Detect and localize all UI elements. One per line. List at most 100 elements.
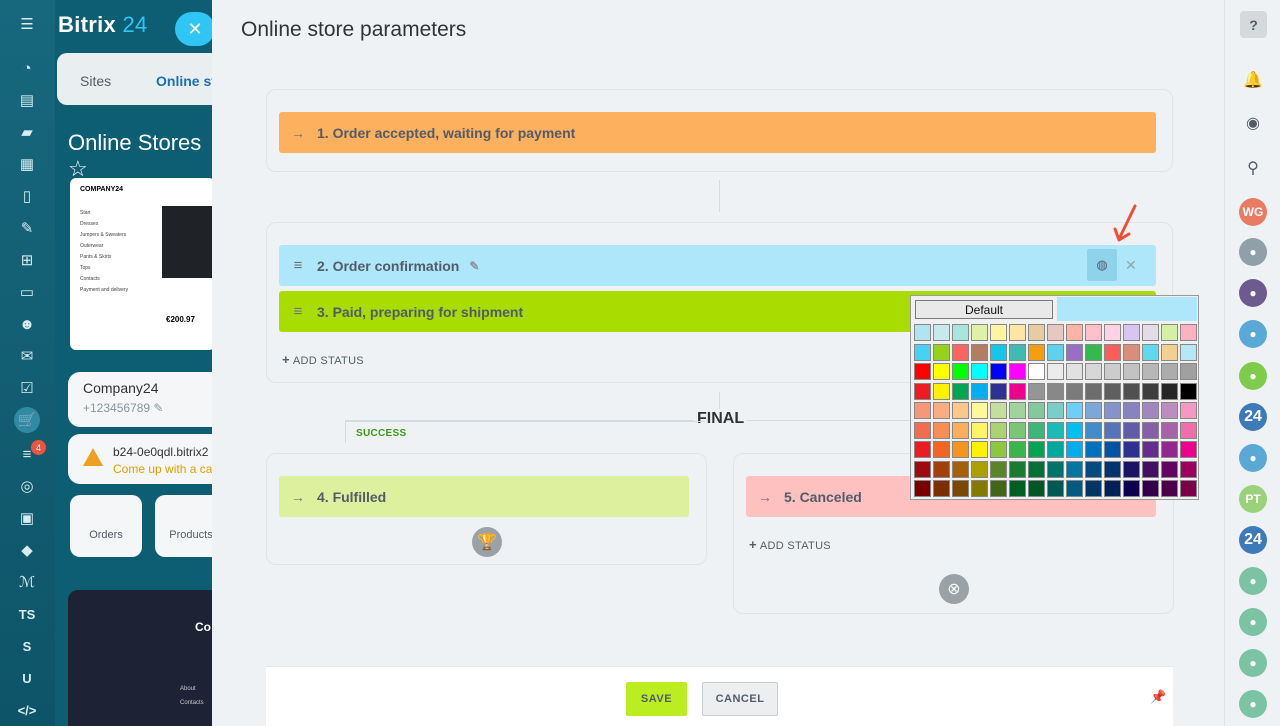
color-swatch[interactable] bbox=[914, 382, 931, 400]
color-swatch[interactable] bbox=[914, 402, 931, 419]
color-swatch[interactable] bbox=[933, 441, 950, 458]
color-swatch[interactable] bbox=[971, 363, 988, 380]
color-swatch[interactable] bbox=[990, 421, 1007, 439]
box-icon[interactable]: ◆ bbox=[14, 537, 40, 563]
save-button[interactable]: SAVE bbox=[626, 682, 687, 716]
color-swatch[interactable] bbox=[914, 480, 931, 497]
color-swatch[interactable] bbox=[1123, 382, 1140, 400]
pin-icon[interactable]: 📌 bbox=[1150, 689, 1166, 705]
color-swatch[interactable] bbox=[1028, 460, 1045, 478]
add-status-button[interactable]: + ADD STATUS bbox=[282, 352, 364, 367]
tab-sites[interactable]: Sites bbox=[80, 73, 111, 89]
color-swatch[interactable] bbox=[1009, 480, 1026, 497]
color-swatch[interactable] bbox=[1142, 460, 1159, 478]
color-swatch[interactable] bbox=[1066, 343, 1083, 361]
orders-button[interactable]: Orders bbox=[70, 495, 142, 557]
calendar-icon[interactable]: ▦ bbox=[14, 151, 40, 177]
menu-icon[interactable]: ☰ bbox=[14, 11, 40, 37]
color-swatch[interactable] bbox=[1066, 363, 1083, 380]
activity-icon[interactable]: ◔ bbox=[14, 55, 40, 81]
contact-avatar[interactable]: ● bbox=[1239, 279, 1267, 307]
color-swatch[interactable] bbox=[1104, 343, 1121, 361]
sidebar-item-u[interactable]: U bbox=[14, 665, 40, 691]
color-swatch[interactable] bbox=[1104, 460, 1121, 478]
color-swatch[interactable] bbox=[1104, 324, 1121, 341]
contact-avatar[interactable]: ● bbox=[1239, 444, 1267, 472]
messenger-icon[interactable]: ◉ bbox=[1239, 109, 1267, 137]
contact-avatar[interactable]: 24 bbox=[1239, 403, 1267, 431]
color-swatch[interactable] bbox=[952, 421, 969, 439]
color-swatch[interactable] bbox=[1009, 324, 1026, 341]
add-status-failure-button[interactable]: + ADD STATUS bbox=[749, 537, 831, 552]
color-swatch[interactable] bbox=[971, 343, 988, 361]
color-swatch[interactable] bbox=[1047, 460, 1064, 478]
color-swatch[interactable] bbox=[1142, 324, 1159, 341]
contact-avatar[interactable]: ● bbox=[1239, 320, 1267, 348]
color-swatch[interactable] bbox=[1085, 324, 1102, 341]
color-swatch[interactable] bbox=[933, 343, 950, 361]
color-swatch[interactable] bbox=[914, 363, 931, 380]
color-swatch[interactable] bbox=[1066, 382, 1083, 400]
default-color-button[interactable]: Default bbox=[915, 300, 1053, 319]
color-swatch[interactable] bbox=[1047, 363, 1064, 380]
color-swatch[interactable] bbox=[1142, 441, 1159, 458]
color-swatch[interactable] bbox=[933, 324, 950, 341]
color-swatch[interactable] bbox=[1066, 402, 1083, 419]
tasks-icon[interactable]: ☑ bbox=[14, 375, 40, 401]
color-swatch[interactable] bbox=[1047, 343, 1064, 361]
color-swatch[interactable] bbox=[1085, 480, 1102, 497]
color-swatch[interactable] bbox=[1180, 441, 1197, 458]
color-swatch[interactable] bbox=[990, 343, 1007, 361]
color-swatch[interactable] bbox=[1161, 460, 1178, 478]
contact-avatar[interactable]: ● bbox=[1239, 567, 1267, 595]
color-palette-button[interactable]: ◍ bbox=[1087, 249, 1117, 281]
color-swatch[interactable] bbox=[1028, 402, 1045, 419]
color-swatch[interactable] bbox=[1028, 363, 1045, 380]
color-swatch[interactable] bbox=[933, 402, 950, 419]
color-swatch[interactable] bbox=[914, 421, 931, 439]
color-swatch[interactable] bbox=[1161, 382, 1178, 400]
delete-status-icon[interactable]: ✕ bbox=[1125, 257, 1137, 274]
color-swatch[interactable] bbox=[1066, 421, 1083, 439]
cart-icon[interactable]: 🛒 bbox=[14, 407, 40, 433]
color-swatch[interactable] bbox=[971, 324, 988, 341]
chat-icon[interactable]: ▰ bbox=[14, 119, 40, 145]
color-swatch[interactable] bbox=[1104, 421, 1121, 439]
color-swatch[interactable] bbox=[1104, 382, 1121, 400]
color-swatch[interactable] bbox=[952, 402, 969, 419]
color-swatch[interactable] bbox=[952, 324, 969, 341]
color-swatch[interactable] bbox=[1142, 382, 1159, 400]
color-swatch[interactable] bbox=[1028, 480, 1045, 497]
color-swatch[interactable] bbox=[1180, 363, 1197, 380]
color-swatch[interactable] bbox=[914, 324, 931, 341]
color-swatch[interactable] bbox=[971, 480, 988, 497]
color-swatch[interactable] bbox=[990, 480, 1007, 497]
color-swatch[interactable] bbox=[1066, 441, 1083, 458]
mail-icon[interactable]: ✉ bbox=[14, 343, 40, 369]
color-swatch[interactable] bbox=[1123, 460, 1140, 478]
color-swatch[interactable] bbox=[1161, 343, 1178, 361]
color-swatch[interactable] bbox=[1028, 343, 1045, 361]
color-swatch[interactable] bbox=[1085, 402, 1102, 419]
signature-icon[interactable]: ✎ bbox=[14, 215, 40, 241]
groups-icon[interactable]: ☻ bbox=[14, 311, 40, 337]
store-preview[interactable]: COMPANY24 Start Dresses Jumpers & Sweate… bbox=[70, 178, 215, 350]
color-swatch[interactable] bbox=[914, 460, 931, 478]
color-swatch[interactable] bbox=[1161, 480, 1178, 497]
color-swatch[interactable] bbox=[952, 363, 969, 380]
color-swatch[interactable] bbox=[1142, 480, 1159, 497]
color-swatch[interactable] bbox=[1028, 421, 1045, 439]
color-swatch[interactable] bbox=[1180, 382, 1197, 400]
inbox-icon[interactable]: ▭ bbox=[14, 279, 40, 305]
color-swatch[interactable] bbox=[1161, 402, 1178, 419]
color-swatch[interactable] bbox=[952, 441, 969, 458]
color-swatch[interactable] bbox=[990, 382, 1007, 400]
color-swatch[interactable] bbox=[933, 421, 950, 439]
cancel-button[interactable]: CANCEL bbox=[702, 682, 778, 716]
color-swatch[interactable] bbox=[1161, 421, 1178, 439]
color-swatch[interactable] bbox=[990, 460, 1007, 478]
color-swatch[interactable] bbox=[1123, 324, 1140, 341]
color-swatch[interactable] bbox=[1066, 324, 1083, 341]
color-swatch[interactable] bbox=[971, 441, 988, 458]
contact-avatar[interactable]: 24 bbox=[1239, 526, 1267, 554]
